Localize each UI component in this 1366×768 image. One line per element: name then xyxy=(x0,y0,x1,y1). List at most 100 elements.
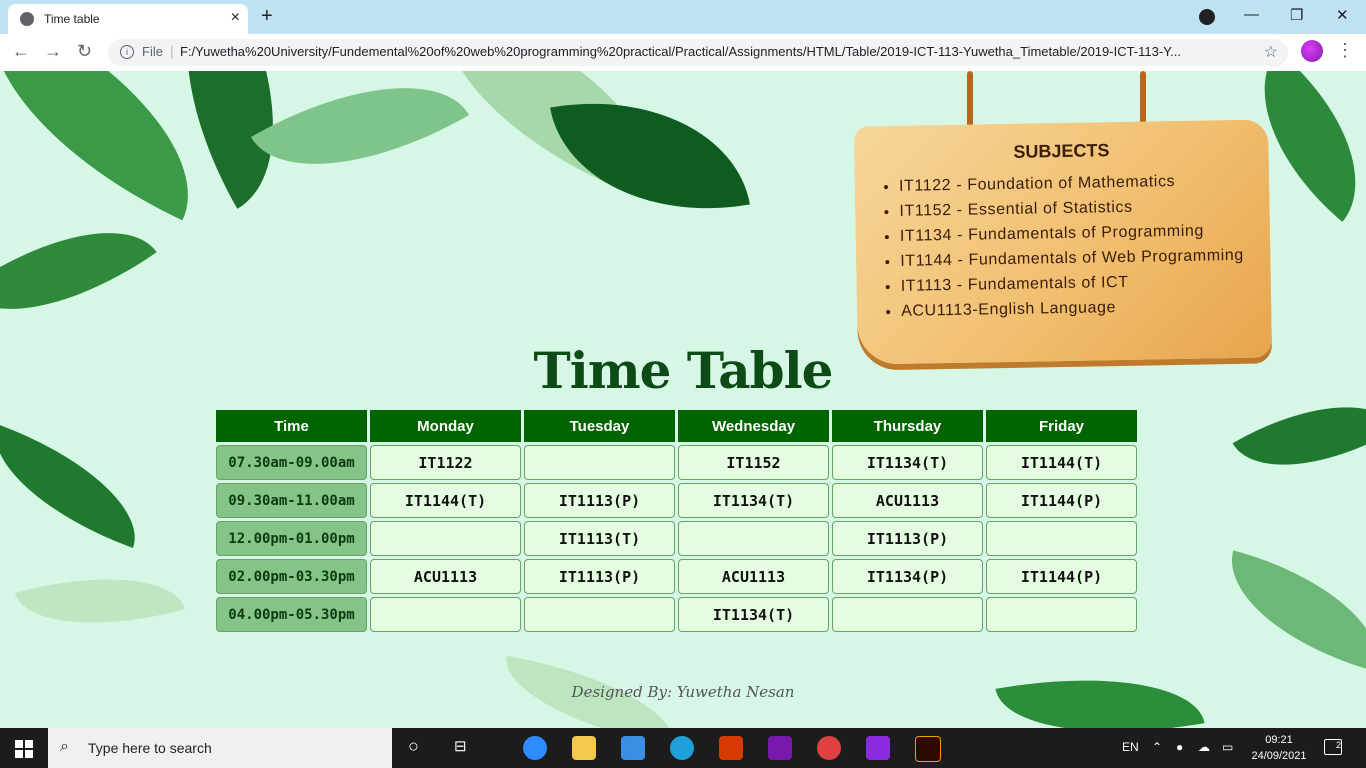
info-icon[interactable]: i xyxy=(120,45,134,59)
leaf-decoration xyxy=(1212,550,1366,672)
table-cell xyxy=(832,597,983,632)
table-cell: IT1113(P) xyxy=(832,521,983,556)
chevron-up-icon[interactable]: ⌃ xyxy=(1152,740,1162,754)
leaf-decoration xyxy=(14,551,186,651)
table-row: 09.30am-11.00am IT1144(T) IT1113(P) IT11… xyxy=(216,483,1137,518)
table-row: 12.00pm-01.00pm IT1113(T) IT1113(P) xyxy=(216,521,1137,556)
column-header: Time xyxy=(216,410,367,442)
browser-tab-strip: Time table × + — ❐ ✕ xyxy=(0,0,1366,34)
subjects-list: IT1122 - Foundation of Mathematics IT115… xyxy=(881,168,1245,324)
menu-icon[interactable]: ⋮ xyxy=(1336,40,1354,61)
leaf-decoration xyxy=(250,71,470,215)
clock[interactable]: 09:21 24/09/2021 xyxy=(1248,732,1310,764)
microphone-icon[interactable]: ● xyxy=(1176,740,1183,754)
illustrator-icon[interactable] xyxy=(915,736,941,762)
search-placeholder: Type here to search xyxy=(88,740,212,756)
table-cell xyxy=(524,597,675,632)
globe-icon xyxy=(20,12,34,26)
time-cell: 07.30am-09.00am xyxy=(216,445,367,480)
subjects-board: SUBJECTS IT1122 - Foundation of Mathemat… xyxy=(853,119,1273,365)
table-cell xyxy=(370,521,521,556)
zoom-icon[interactable] xyxy=(523,736,547,760)
table-cell: IT1122 xyxy=(370,445,521,480)
page-title: Time Table xyxy=(533,341,834,400)
clock-time: 09:21 xyxy=(1265,734,1293,746)
bookmark-star-icon[interactable]: ☆ xyxy=(1264,42,1278,62)
taskbar-search[interactable]: ⌕ Type here to search xyxy=(48,728,392,768)
table-cell xyxy=(370,597,521,632)
minimize-button[interactable]: — xyxy=(1244,6,1259,23)
time-cell: 09.30am-11.00am xyxy=(216,483,367,518)
restore-button[interactable]: ❐ xyxy=(1290,6,1303,24)
notification-icon[interactable]: 2 xyxy=(1324,739,1342,755)
table-cell: IT1144(P) xyxy=(986,483,1137,518)
table-cell: IT1134(T) xyxy=(678,597,829,632)
forward-icon[interactable]: → xyxy=(44,41,62,62)
timetable: Time Monday Tuesday Wednesday Thursday F… xyxy=(213,407,1140,635)
subjects-title: SUBJECTS xyxy=(1013,140,1110,162)
task-view-icon[interactable]: ⊟ xyxy=(454,737,467,755)
chrome-icon[interactable] xyxy=(817,736,841,760)
table-cell xyxy=(986,521,1137,556)
file-explorer-icon[interactable] xyxy=(572,736,596,760)
reload-icon[interactable]: ↻ xyxy=(77,41,92,62)
clock-date: 24/09/2021 xyxy=(1251,750,1307,762)
file-label: File xyxy=(142,44,163,59)
tab-close-button[interactable]: × xyxy=(231,9,240,27)
column-header: Tuesday xyxy=(524,410,675,442)
network-icon[interactable]: ▭ xyxy=(1222,740,1233,754)
onenote-icon[interactable] xyxy=(768,736,792,760)
table-cell: IT1152 xyxy=(678,445,829,480)
column-header: Monday xyxy=(370,410,521,442)
office-icon[interactable] xyxy=(719,736,743,760)
tab-title: Time table xyxy=(44,12,100,26)
table-cell: IT1144(T) xyxy=(986,445,1137,480)
table-cell: IT1113(P) xyxy=(524,483,675,518)
url-separator: | xyxy=(170,43,174,59)
browser-tab[interactable]: Time table × xyxy=(8,4,248,34)
time-cell: 04.00pm-05.30pm xyxy=(216,597,367,632)
page-content: SUBJECTS IT1122 - Foundation of Mathemat… xyxy=(0,71,1366,728)
store-icon[interactable] xyxy=(621,736,645,760)
column-header: Wednesday xyxy=(678,410,829,442)
table-cell: IT1113(P) xyxy=(524,559,675,594)
subject-item: ACU1113-English Language xyxy=(901,293,1245,324)
profile-avatar[interactable] xyxy=(1301,40,1323,62)
table-cell: ACU1113 xyxy=(678,559,829,594)
tab-search-icon[interactable] xyxy=(1199,9,1215,25)
address-bar[interactable]: i File | F:/Yuwetha%20University/Fundeme… xyxy=(108,39,1288,66)
table-cell: IT1134(T) xyxy=(678,483,829,518)
leaf-decoration xyxy=(0,186,157,356)
windows-start-icon[interactable] xyxy=(15,740,33,758)
table-row: 02.00pm-03.30pm ACU1113 IT1113(P) ACU111… xyxy=(216,559,1137,594)
leaf-decoration xyxy=(0,424,157,548)
url-text[interactable]: F:/Yuwetha%20University/Fundemental%20of… xyxy=(180,44,1250,59)
new-tab-button[interactable]: + xyxy=(261,5,273,28)
browser-toolbar: ← → ↻ i File | F:/Yuwetha%20University/F… xyxy=(0,34,1366,72)
table-row: 04.00pm-05.30pm IT1134(T) xyxy=(216,597,1137,632)
winrar-icon[interactable] xyxy=(866,736,890,760)
table-cell: IT1144(P) xyxy=(986,559,1137,594)
table-cell xyxy=(524,445,675,480)
table-cell xyxy=(678,521,829,556)
cortana-icon[interactable]: ○ xyxy=(408,736,419,757)
language-indicator[interactable]: EN xyxy=(1122,740,1139,754)
table-cell: ACU1113 xyxy=(370,559,521,594)
table-cell: IT1134(T) xyxy=(832,445,983,480)
close-window-button[interactable]: ✕ xyxy=(1336,6,1349,24)
edge-icon[interactable] xyxy=(670,736,694,760)
time-cell: 02.00pm-03.30pm xyxy=(216,559,367,594)
back-icon[interactable]: ← xyxy=(12,41,30,62)
time-cell: 12.00pm-01.00pm xyxy=(216,521,367,556)
search-icon: ⌕ xyxy=(60,738,69,755)
taskbar: ⌕ Type here to search ○ ⊟ EN ⌃ ● ☁ ▭ 09:… xyxy=(0,728,1366,768)
table-cell: IT1113(T) xyxy=(524,521,675,556)
table-cell: ACU1113 xyxy=(832,483,983,518)
table-cell: IT1144(T) xyxy=(370,483,521,518)
cloud-icon[interactable]: ☁ xyxy=(1198,740,1210,754)
designer-credit: Designed By: Yuwetha Nesan xyxy=(571,683,795,701)
column-header: Thursday xyxy=(832,410,983,442)
table-cell: IT1134(P) xyxy=(832,559,983,594)
table-cell xyxy=(986,597,1137,632)
column-header: Friday xyxy=(986,410,1137,442)
